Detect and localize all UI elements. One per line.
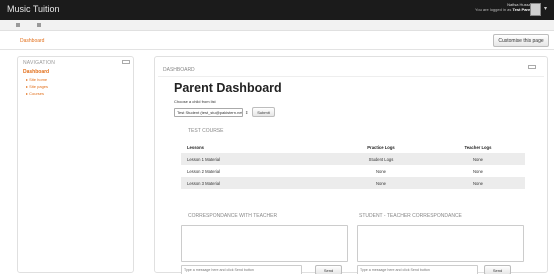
avatar[interactable] [530,3,541,16]
divider [158,76,544,77]
nav-item-courses[interactable]: ▸ Courses [26,91,44,96]
student-teacher-correspondence-title: STUDENT - TEACHER CORRESPONDANCE [359,213,462,219]
site-name-link[interactable]: Music Tuition [7,4,60,14]
dropdown-arrows-icon[interactable]: ⇕ [245,108,250,117]
divider [0,49,554,50]
logged-in-text: You are logged in as [475,7,512,12]
student-logs-link[interactable]: Student Logs [331,153,431,165]
teacher-logs-cell: None [431,177,525,189]
user-info: Nafisa Hussain You are logged in as Test… [475,2,534,12]
table-row: Lesson 1 Material Student Logs None [181,153,525,165]
table-header-row: Lessons Practice Logs Teacher Logs [181,141,525,153]
child-select-label: Choose a child from list [174,99,216,104]
student-teacher-correspondence-textarea[interactable] [357,225,524,262]
block-control-icon[interactable] [528,65,536,69]
send-button[interactable]: Send [484,265,511,274]
nav-item-label: Site pages [29,84,49,89]
lesson-cell: Lesson 2 Material [187,168,221,174]
teacher-correspondence-textarea[interactable] [181,225,348,262]
course-title: TEST COURSE [188,128,224,134]
teacher-logs-cell: None [431,153,525,165]
block-control-icon[interactable] [122,60,130,64]
chevron-down-icon[interactable]: ▾ [544,5,547,12]
menu-icon[interactable] [16,23,20,27]
table-row: Lesson 2 Material None None [181,165,525,177]
navigation-block: NAVIGATION Dashboard ▸ Site home ▸ Site … [17,56,134,273]
table-row: Lesson 3 Material None None [181,177,525,189]
teacher-message-input[interactable] [181,265,302,274]
send-button[interactable]: Send [315,265,342,274]
custom-menu-bar [0,20,554,31]
nav-item-label: Courses [29,91,45,96]
nav-item-dashboard[interactable]: Dashboard [23,69,49,75]
student-teacher-message-input[interactable] [357,265,478,274]
nav-item-site-pages[interactable]: ▸ Site pages [26,84,48,89]
block-title: DASHBOARD [163,67,195,73]
teacher-correspondence-title: CORRESPONDANCE WITH TEACHER [188,213,278,219]
top-navbar: Music Tuition Nafisa Hussain You are log… [0,0,554,20]
column-header: Practice Logs [367,144,395,150]
dashboard-block: DASHBOARD Parent Dashboard Choose a chil… [154,56,548,274]
teacher-logs-cell: None [472,168,483,174]
nav-item-site-home[interactable]: ▸ Site home [26,77,47,82]
child-select[interactable]: Test Student (test_stu@pakistern.net) [174,108,243,117]
column-header: Lessons [187,144,204,150]
page-title: Parent Dashboard [174,81,282,95]
nav-item-label: Site home [29,77,48,82]
lesson-cell: Lesson 3 Material [181,177,331,189]
customise-page-button[interactable]: Customise this page [493,34,549,47]
menu-icon[interactable] [37,23,41,27]
lesson-cell: Lesson 1 Material [181,153,331,165]
practice-logs-cell: None [375,168,386,174]
lessons-table: Lessons Practice Logs Teacher Logs Lesso… [181,141,525,189]
navigation-title: NAVIGATION [23,60,56,66]
practice-logs-cell: None [331,177,431,189]
submit-button[interactable]: Submit [252,107,275,117]
column-header: Teacher Logs [464,144,492,150]
breadcrumb[interactable]: Dashboard [20,38,44,44]
